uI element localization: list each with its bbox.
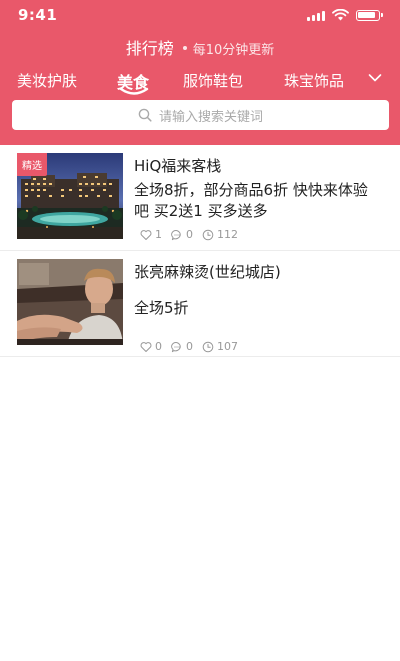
page-title: 排行榜: [125, 39, 174, 58]
views-count: 107: [217, 340, 238, 353]
list-item[interactable]: 张亮麻辣烫(世纪城店) 全场5折 0 0 107: [0, 251, 400, 357]
likes-stat[interactable]: 0: [140, 340, 162, 353]
comment-icon: [171, 229, 181, 240]
category-tabs: 美妆护肤 美食 服饰鞋包 珠宝饰品: [0, 68, 400, 95]
item-description: 全场8折，部分商品6折 快快来体验吧 买2送1 买多送多: [134, 181, 368, 220]
tab-fashion[interactable]: 服饰鞋包: [183, 70, 243, 91]
status-bar: 9:41: [0, 0, 400, 32]
list-item[interactable]: 精选 HiQ福来客栈 全场8折，部分商品6折 快快来体验吧 买2送1 买多送多 …: [0, 145, 400, 251]
page-subtitle: 每10分钟更新: [192, 43, 275, 58]
tab-beauty[interactable]: 美妆护肤: [17, 70, 77, 91]
status-time: 9:41: [18, 6, 58, 24]
comments-count: 0: [186, 340, 193, 353]
item-thumbnail-image: [17, 259, 123, 345]
likes-stat[interactable]: 1: [140, 228, 162, 241]
comments-stat[interactable]: 0: [171, 228, 193, 241]
likes-count: 0: [155, 340, 162, 353]
clock-icon: [202, 229, 214, 240]
views-stat: 112: [202, 228, 238, 241]
title-separator-dot: [182, 46, 187, 50]
header: 9:41 排行榜 每10分钟更新 美妆护肤 美食 服饰鞋包 珠宝饰品 请输入搜索…: [0, 0, 400, 145]
clock-icon: [202, 341, 214, 352]
item-description: 全场5折: [134, 299, 189, 317]
item-title: 张亮麻辣烫(世纪城店): [134, 263, 281, 281]
search-input[interactable]: 请输入搜索关键词: [12, 100, 389, 130]
featured-badge: 精选: [17, 153, 47, 176]
chevron-down-icon[interactable]: [368, 73, 382, 83]
heart-icon: [140, 341, 152, 352]
search-icon: [138, 108, 152, 122]
active-tab-indicator-icon: [119, 87, 149, 95]
comment-icon: [171, 341, 181, 352]
signal-icon: [307, 10, 325, 21]
item-thumbnail-image: 精选: [17, 153, 123, 239]
heart-icon: [140, 229, 152, 240]
item-title: HiQ福来客栈: [134, 157, 222, 175]
views-stat: 107: [202, 340, 238, 353]
wifi-icon: [332, 9, 349, 21]
item-stats: 0 0 107: [140, 340, 247, 353]
tab-jewelry[interactable]: 珠宝饰品: [284, 70, 344, 91]
comments-stat[interactable]: 0: [171, 340, 193, 353]
person-photo-image: [17, 259, 123, 345]
likes-count: 1: [155, 228, 162, 241]
search-placeholder: 请输入搜索关键词: [158, 109, 263, 125]
status-icons: [307, 9, 383, 21]
views-count: 112: [217, 228, 238, 241]
battery-icon: [356, 9, 383, 21]
comments-count: 0: [186, 228, 193, 241]
title-row: 排行榜 每10分钟更新: [0, 35, 400, 58]
ranking-list: 精选 HiQ福来客栈 全场8折，部分商品6折 快快来体验吧 买2送1 买多送多 …: [0, 145, 400, 357]
item-stats: 1 0 112: [140, 228, 247, 241]
